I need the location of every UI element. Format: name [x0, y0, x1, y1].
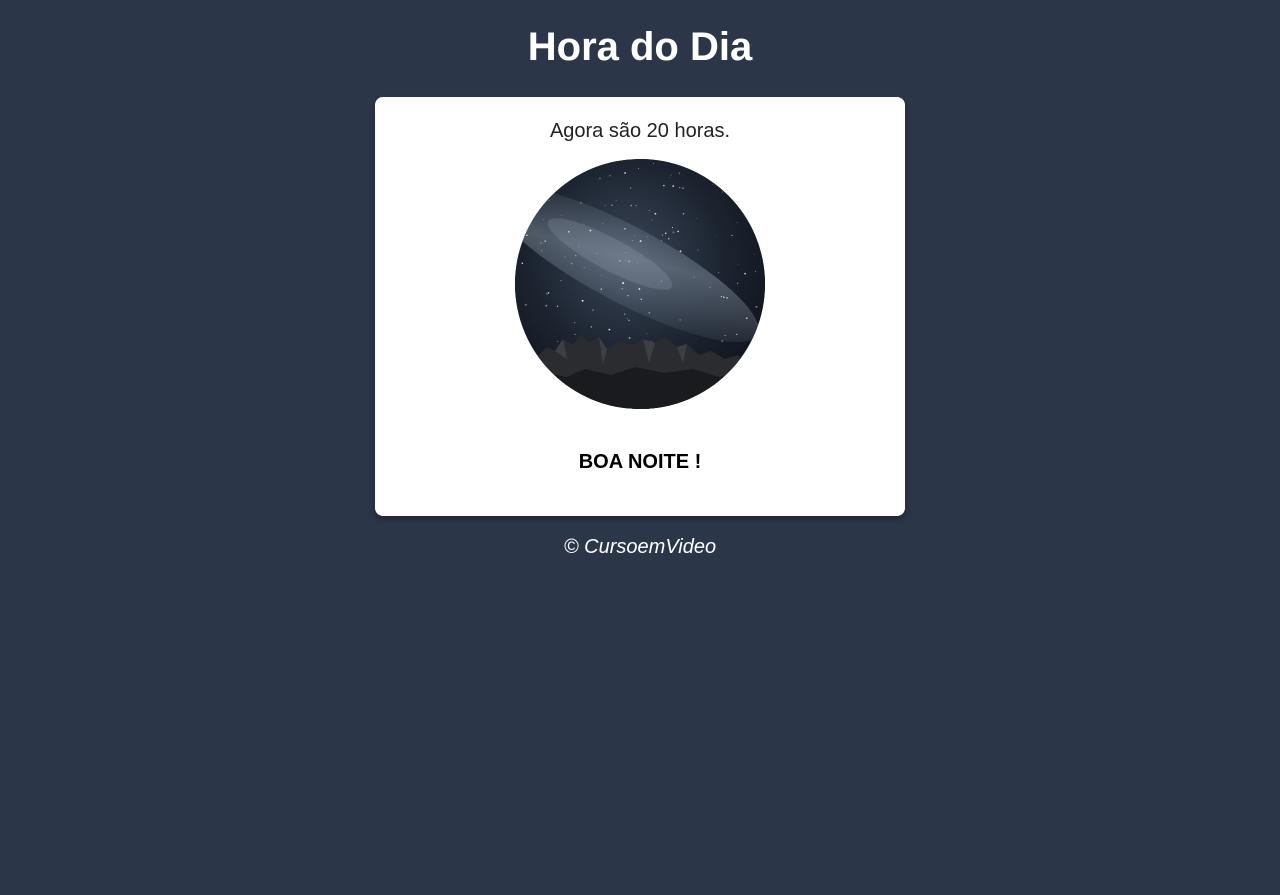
- greeting-message: BOA NOITE !: [578, 451, 702, 473]
- night-sky-image: [515, 159, 765, 409]
- page-title: Hora do Dia: [527, 25, 753, 69]
- current-time-message: Agora são 20 horas.: [549, 120, 731, 142]
- footer-copyright: © CursoemVideo: [563, 536, 717, 558]
- time-card: Agora são 20 horas. BOA NOITE !: [375, 97, 905, 516]
